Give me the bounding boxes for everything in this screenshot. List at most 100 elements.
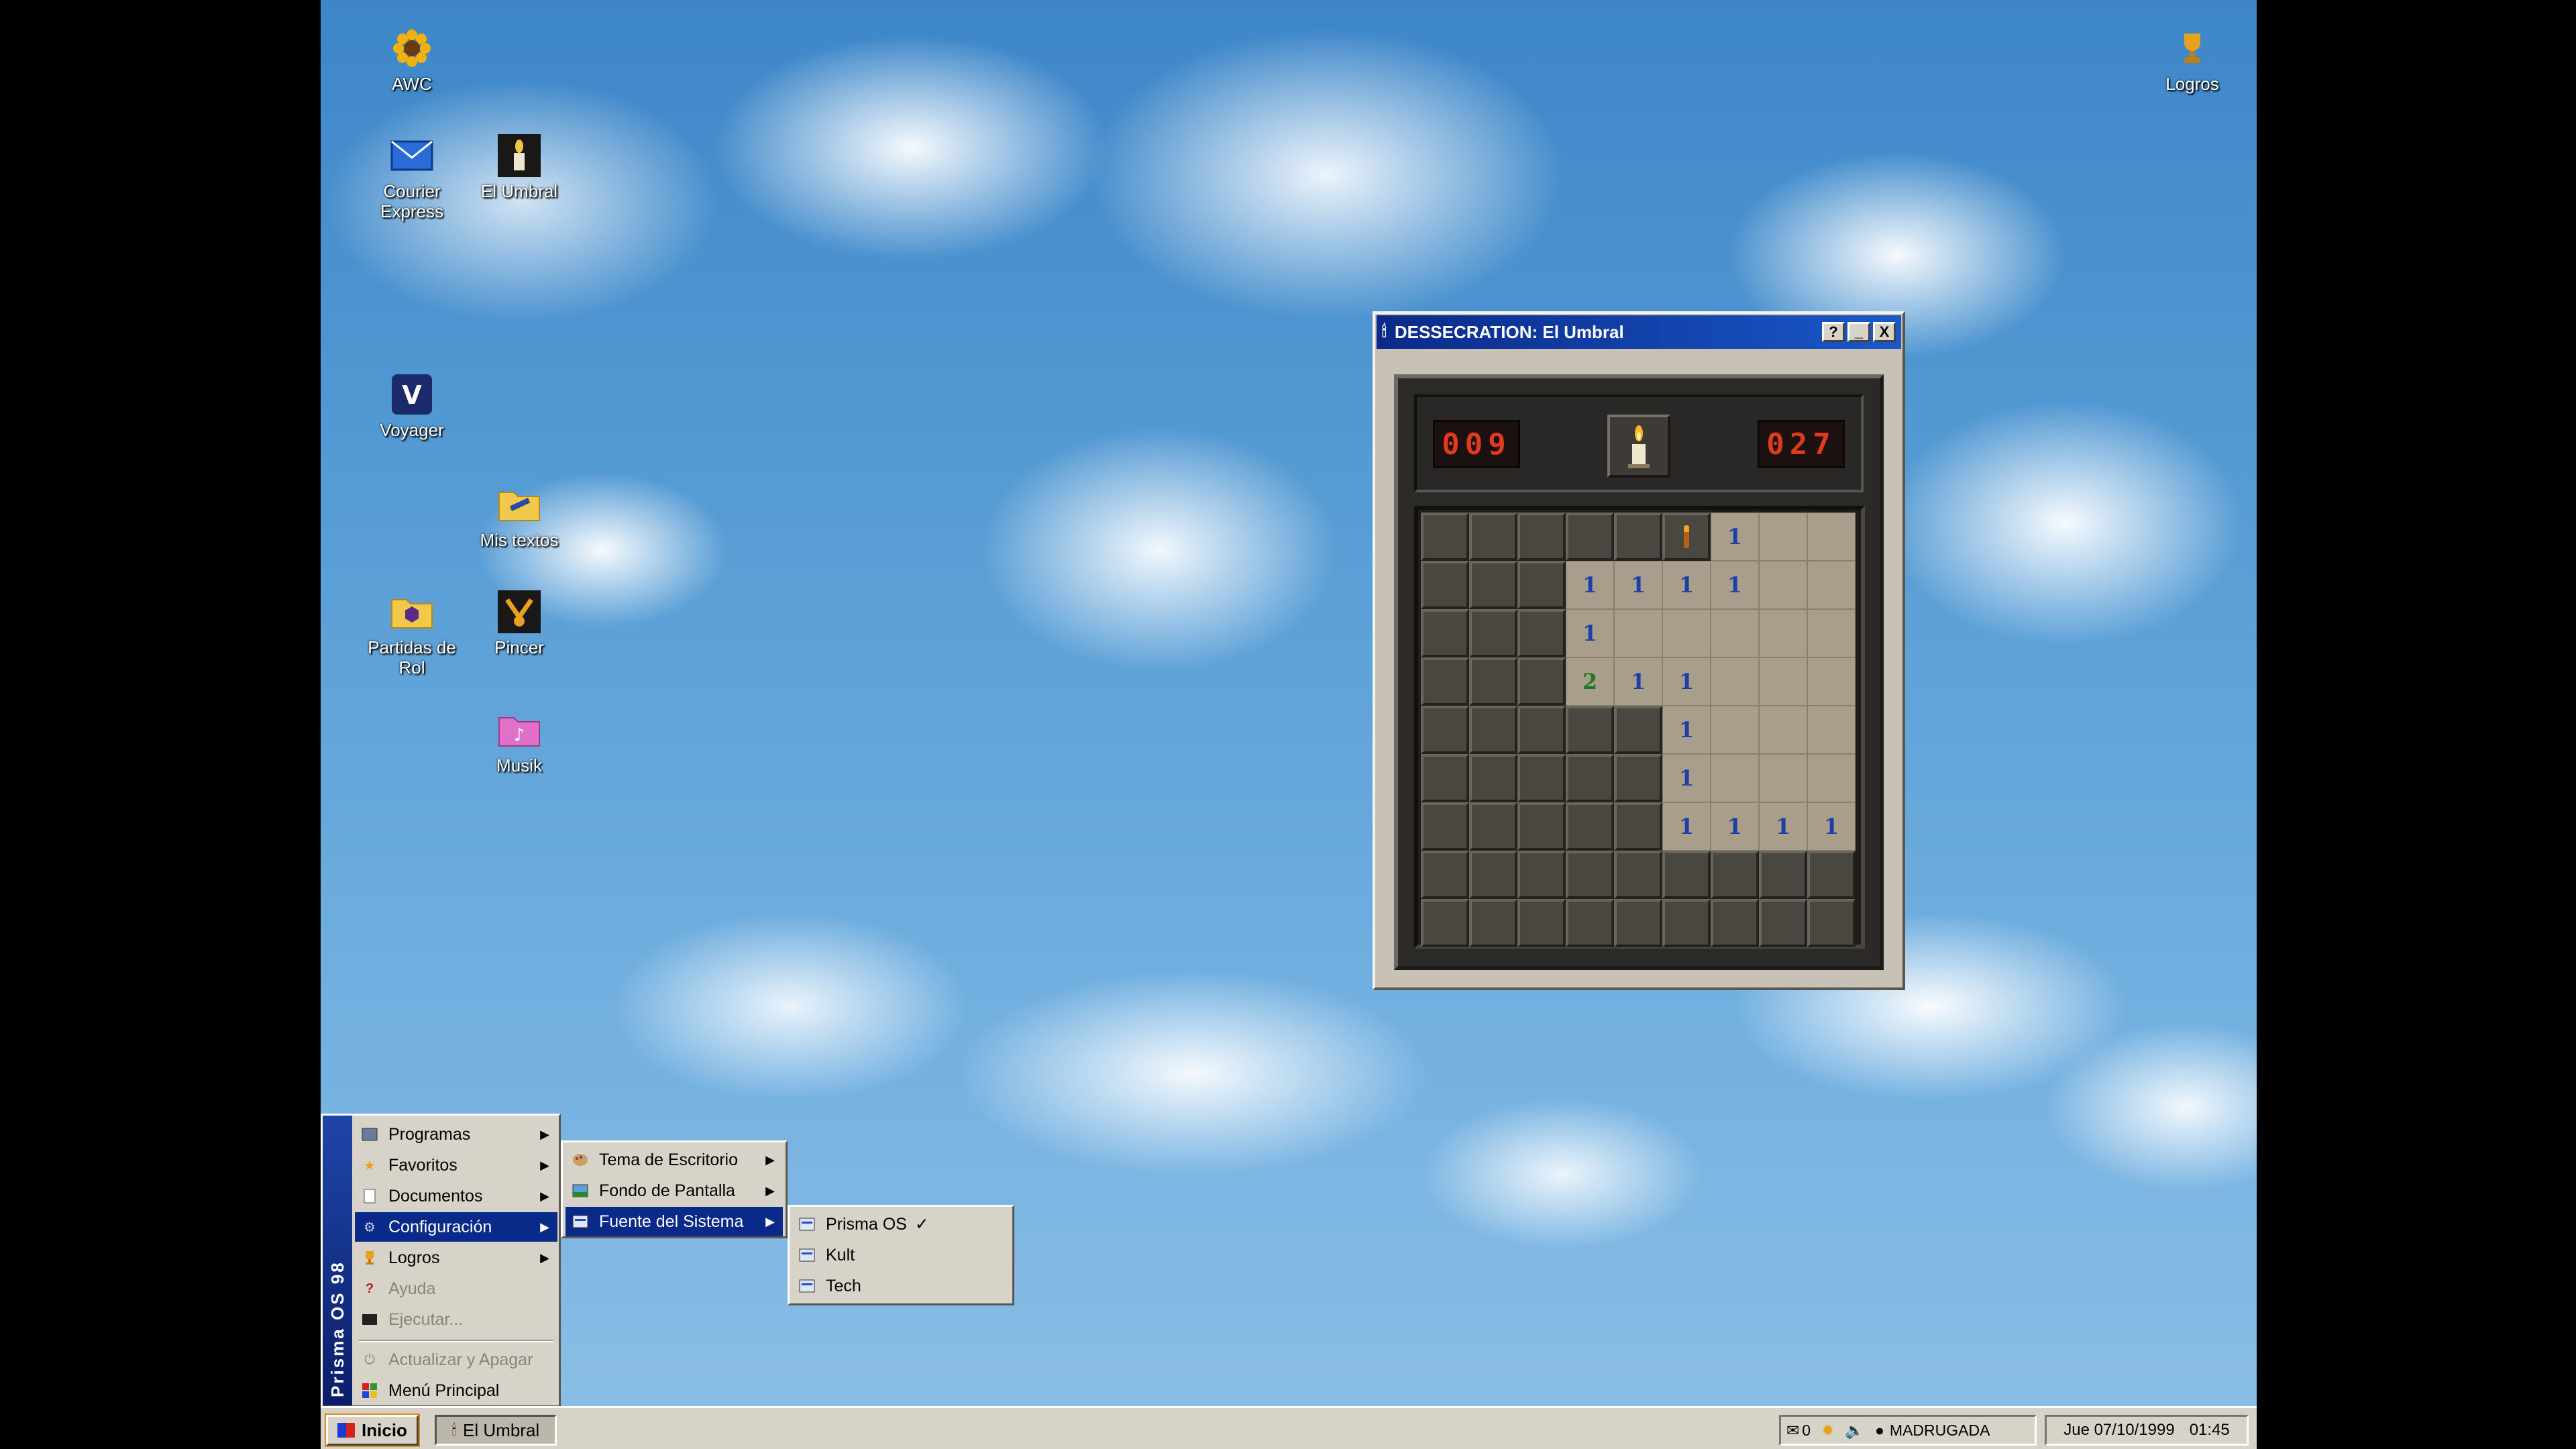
desktop-icon-logros[interactable]: Logros: [2139, 27, 2246, 94]
hidden-cell[interactable]: [1469, 561, 1517, 609]
menu-item-fuente-sistema[interactable]: Fuente del Sistema ▶: [566, 1207, 783, 1236]
hidden-cell[interactable]: [1469, 754, 1517, 802]
desktop-icon-awc[interactable]: AWC: [358, 27, 466, 94]
menu-item-documentos[interactable]: Documentos ▶: [355, 1181, 557, 1211]
revealed-cell[interactable]: [1807, 657, 1856, 706]
hidden-cell[interactable]: [1421, 851, 1469, 899]
menu-item-favoritos[interactable]: ★ Favoritos ▶: [355, 1150, 557, 1180]
hidden-cell[interactable]: [1759, 899, 1807, 947]
number-cell[interactable]: 1: [1759, 802, 1807, 851]
hidden-cell[interactable]: [1614, 851, 1662, 899]
hidden-cell[interactable]: [1421, 513, 1469, 561]
minefield-grid[interactable]: 1 1 1 1 1 1 2 1 1 1 1 1 1 1 1: [1414, 506, 1865, 949]
hidden-cell[interactable]: [1566, 899, 1614, 947]
taskbar-button-el-umbral[interactable]: 🕯 El Umbral: [435, 1415, 557, 1446]
menu-item-font-prisma-os[interactable]: Prisma OS ✓: [792, 1210, 1010, 1239]
number-cell[interactable]: 1: [1662, 657, 1711, 706]
window-title-bar[interactable]: 🕯 DESSECRATION: El Umbral ? _ X: [1377, 315, 1901, 349]
hidden-cell[interactable]: [1517, 561, 1566, 609]
hidden-cell[interactable]: [1421, 899, 1469, 947]
revealed-cell[interactable]: [1662, 609, 1711, 657]
hidden-cell[interactable]: [1711, 899, 1759, 947]
desktop-icon-mis-textos[interactable]: Mis textos: [466, 483, 573, 550]
hidden-cell[interactable]: [1614, 899, 1662, 947]
hidden-cell[interactable]: [1517, 802, 1566, 851]
hidden-cell[interactable]: [1614, 802, 1662, 851]
desktop-icon-partidas-de-rol[interactable]: Partidas de Rol: [358, 590, 466, 678]
hidden-cell[interactable]: [1469, 609, 1517, 657]
number-cell[interactable]: 1: [1662, 802, 1711, 851]
hidden-cell[interactable]: [1517, 851, 1566, 899]
hidden-cell[interactable]: [1469, 706, 1517, 754]
hidden-cell[interactable]: [1566, 802, 1614, 851]
menu-item-tema-escritorio[interactable]: Tema de Escritorio ▶: [566, 1145, 783, 1175]
menu-item-fondo-pantalla[interactable]: Fondo de Pantalla ▶: [566, 1176, 783, 1205]
volume-icon[interactable]: 🔈: [1845, 1421, 1864, 1440]
number-cell[interactable]: 1: [1662, 706, 1711, 754]
hidden-cell[interactable]: [1421, 706, 1469, 754]
revealed-cell[interactable]: [1759, 657, 1807, 706]
menu-item-ejecutar[interactable]: Ejecutar...: [355, 1305, 557, 1334]
hidden-cell[interactable]: [1566, 706, 1614, 754]
minimize-button[interactable]: _: [1847, 322, 1870, 342]
number-cell[interactable]: 1: [1614, 561, 1662, 609]
hidden-cell[interactable]: [1469, 899, 1517, 947]
hidden-cell[interactable]: [1517, 609, 1566, 657]
hidden-cell[interactable]: [1566, 754, 1614, 802]
desktop-icon-voyager[interactable]: V Voyager: [358, 373, 466, 440]
close-button[interactable]: X: [1873, 322, 1896, 342]
desktop[interactable]: AWC Courier Express El Umbral V Voyager …: [321, 0, 2257, 1449]
hidden-cell[interactable]: [1517, 513, 1566, 561]
hidden-cell[interactable]: [1421, 561, 1469, 609]
hidden-cell[interactable]: [1517, 899, 1566, 947]
sunflower-tray-icon[interactable]: ✹: [1821, 1421, 1834, 1440]
number-cell[interactable]: 1: [1614, 657, 1662, 706]
hidden-cell[interactable]: [1421, 802, 1469, 851]
menu-item-logros[interactable]: Logros ▶: [355, 1243, 557, 1273]
revealed-cell[interactable]: [1807, 706, 1856, 754]
revealed-cell[interactable]: [1614, 609, 1662, 657]
mail-indicator[interactable]: ✉ 0: [1786, 1421, 1811, 1440]
hidden-cell[interactable]: [1421, 754, 1469, 802]
number-cell[interactable]: 1: [1662, 561, 1711, 609]
menu-item-actualizar-apagar[interactable]: ⏻ Actualizar y Apagar: [355, 1345, 557, 1375]
hidden-cell[interactable]: [1517, 706, 1566, 754]
hidden-cell[interactable]: [1421, 657, 1469, 706]
hidden-cell[interactable]: [1614, 706, 1662, 754]
menu-item-font-kult[interactable]: Kult: [792, 1240, 1010, 1270]
number-cell[interactable]: 1: [1711, 513, 1759, 561]
start-button[interactable]: Inicio: [325, 1413, 420, 1447]
menu-item-configuracion[interactable]: ⚙ Configuración ▶: [355, 1212, 557, 1242]
number-cell[interactable]: 1: [1566, 609, 1614, 657]
revealed-cell[interactable]: [1759, 513, 1807, 561]
number-cell[interactable]: 1: [1711, 561, 1759, 609]
hidden-cell[interactable]: [1469, 657, 1517, 706]
number-cell[interactable]: 2: [1566, 657, 1614, 706]
flagged-cell[interactable]: [1662, 513, 1711, 561]
hidden-cell[interactable]: [1517, 657, 1566, 706]
hidden-cell[interactable]: [1421, 609, 1469, 657]
hidden-cell[interactable]: [1469, 851, 1517, 899]
hidden-cell[interactable]: [1614, 754, 1662, 802]
clock[interactable]: Jue 07/10/1999 01:45: [2045, 1415, 2249, 1446]
revealed-cell[interactable]: [1807, 609, 1856, 657]
help-button[interactable]: ?: [1822, 322, 1845, 342]
hidden-cell[interactable]: [1469, 513, 1517, 561]
number-cell[interactable]: 1: [1711, 802, 1759, 851]
revealed-cell[interactable]: [1711, 754, 1759, 802]
menu-item-menu-principal[interactable]: Menú Principal: [355, 1376, 557, 1405]
revealed-cell[interactable]: [1759, 754, 1807, 802]
revealed-cell[interactable]: [1759, 609, 1807, 657]
menu-item-font-tech[interactable]: Tech: [792, 1271, 1010, 1301]
revealed-cell[interactable]: [1759, 561, 1807, 609]
revealed-cell[interactable]: [1807, 513, 1856, 561]
revealed-cell[interactable]: [1711, 609, 1759, 657]
hidden-cell[interactable]: [1566, 513, 1614, 561]
hidden-cell[interactable]: [1807, 899, 1856, 947]
menu-item-programas[interactable]: Programas ▶: [355, 1120, 557, 1149]
game-window[interactable]: 🕯 DESSECRATION: El Umbral ? _ X 009 027 …: [1373, 311, 1905, 990]
desktop-icon-courier-express[interactable]: Courier Express: [358, 134, 466, 221]
number-cell[interactable]: 1: [1807, 802, 1856, 851]
hidden-cell[interactable]: [1662, 851, 1711, 899]
revealed-cell[interactable]: [1711, 657, 1759, 706]
